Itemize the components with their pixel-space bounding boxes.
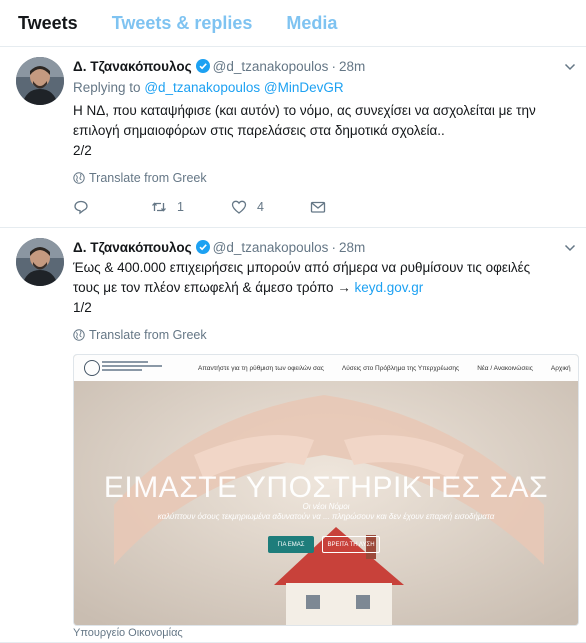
tweet-text: Έως & 400.000 επιχειρήσεις μπορούν από σ… (73, 258, 574, 318)
link-preview-card[interactable]: Απαντήστε για τη ρύθμιση των οφειλών σας… (73, 354, 579, 626)
tweet-text-line: Η ΝΔ, που καταψήφισε (και αυτόν) το νόμο… (73, 103, 536, 118)
direct-message-button[interactable] (310, 199, 326, 215)
chevron-down-icon[interactable] (564, 242, 576, 254)
reply-mention[interactable]: @MinDevGR (264, 80, 344, 95)
separator-dot: · (331, 58, 336, 74)
retweet-icon (152, 202, 166, 212)
display-name[interactable]: Δ. Τζανακόπουλος (73, 59, 192, 74)
tweet[interactable]: Δ. Τζανακόπουλος @d_tzanakopoulos · 28m … (0, 228, 586, 643)
chevron-down-icon[interactable] (564, 61, 576, 73)
replying-label: Replying to (73, 80, 141, 95)
like-button[interactable]: 4 (231, 199, 310, 215)
replying-to: Replying to @d_tzanakopoulos @MinDevGR (73, 80, 574, 95)
reply-mention[interactable]: @d_tzanakopoulos (144, 80, 260, 95)
tab-tweets-and-replies[interactable]: Tweets & replies (112, 13, 253, 34)
handle[interactable]: @d_tzanakopoulos (213, 59, 329, 74)
site-logo-text (102, 361, 162, 375)
tweet-text: Η ΝΔ, που καταψήφισε (και αυτόν) το νόμο… (73, 101, 574, 161)
reply-button[interactable] (73, 199, 151, 215)
retweet-button[interactable]: 1 (151, 199, 231, 215)
tab-tweets[interactable]: Tweets (18, 13, 78, 34)
translate-link[interactable]: Translate from Greek (73, 171, 574, 185)
timestamp[interactable]: 28m (339, 240, 365, 255)
tweet[interactable]: Δ. Τζανακόπουλος @d_tzanakopoulos · 28m … (0, 47, 586, 228)
card-nav-item: Νέα / Ανακοινώσεις (477, 364, 533, 372)
translate-label: Translate from Greek (89, 328, 207, 342)
translate-link[interactable]: Translate from Greek (73, 328, 574, 342)
card-nav-item: Λύσεις στο Πρόβλημα της Υπερχρέωσης (341, 364, 460, 372)
card-solution-button: ΒΡΕΙΤΑ ΤΗ ΛΥΣΗ (322, 536, 380, 553)
card-site-nav: Απαντήστε για τη ρύθμιση των οφειλών σας… (74, 355, 578, 381)
globe-icon (73, 329, 85, 341)
tweet-text-fragment: τους με τον πλέον επωφελή & άμεσο τρόπο … (73, 280, 355, 295)
seal-icon (84, 360, 100, 376)
globe-icon (73, 172, 85, 184)
card-hero-subtitle: Οι νέοι Νόμοι (302, 502, 350, 511)
handle[interactable]: @d_tzanakopoulos (213, 240, 329, 255)
tweet-actions: 1 4 (73, 199, 574, 215)
card-source[interactable]: Υπουργείο Οικονομίας (73, 627, 183, 639)
reply-icon (74, 200, 88, 215)
tweet-text-line: 2/2 (73, 143, 92, 158)
heart-icon (231, 200, 247, 214)
card-about-button: ΓΙΑ ΕΜΑΣ (268, 536, 314, 553)
tweet-link[interactable]: keyd.gov.gr (354, 280, 423, 295)
verified-icon (195, 240, 210, 254)
card-nav-item: Απαντήστε για τη ρύθμιση των οφειλών σας (198, 364, 324, 372)
tweet-header: Δ. Τζανακόπουλος @d_tzanakopoulos · 28m (73, 57, 574, 75)
avatar-image (16, 57, 64, 105)
tweet-header: Δ. Τζανακόπουλος @d_tzanakopoulos · 28m (73, 238, 574, 256)
card-hero-title: ΕΙΜΑΣΤΕ ΥΠΟΣΤΗΡΙΚΤΕΣ ΣΑΣ (103, 471, 549, 504)
display-name[interactable]: Δ. Τζανακόπουλος (73, 240, 192, 255)
profile-tabs: Tweets Tweets & replies Media (0, 0, 586, 47)
tweet-text-line: επιλογή σημαιοφόρων στις παρελάσεις στα … (73, 123, 445, 138)
card-nav-item: Αρχική (550, 364, 571, 372)
verified-icon (195, 59, 210, 73)
tweet-text-line: Έως & 400.000 επιχειρήσεις μπορούν από σ… (73, 260, 531, 275)
tweet-text-line: τους με τον πλέον επωφελή & άμεσο τρόπο … (73, 278, 574, 298)
card-hero-caption: καλύπτουν όσους τεκμηριωμένα αδυνατούν ν… (157, 512, 495, 521)
avatar-image (16, 238, 64, 286)
timestamp[interactable]: 28m (339, 59, 365, 74)
tab-media[interactable]: Media (286, 13, 337, 34)
avatar[interactable] (16, 238, 64, 286)
tweet-text-line: 1/2 (73, 300, 92, 315)
like-count: 4 (257, 200, 264, 214)
envelope-icon (310, 201, 326, 213)
retweet-count: 1 (177, 200, 184, 214)
avatar[interactable] (16, 57, 64, 105)
translate-label: Translate from Greek (89, 171, 207, 185)
separator-dot: · (331, 239, 336, 255)
